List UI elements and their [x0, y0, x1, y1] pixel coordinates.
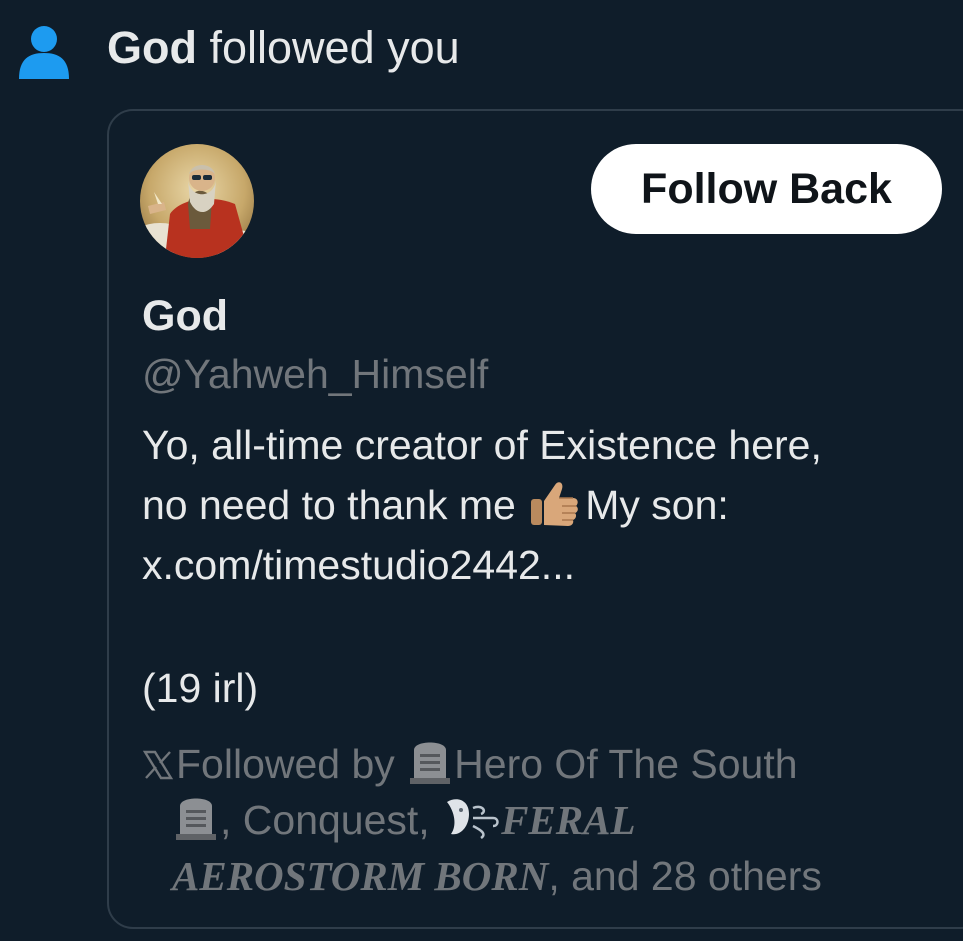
follow-back-button[interactable]: Follow Back — [591, 144, 942, 234]
bio-line-2: no need to thank me My son: — [142, 475, 822, 535]
profile-bio: Yo, all-time creator of Existence here, … — [142, 415, 822, 595]
profile-handle[interactable]: @Yahweh_Himself — [142, 348, 488, 400]
notification-text: God followed you — [107, 20, 460, 76]
bio-link[interactable]: x.com/timestudio2442... — [142, 542, 575, 588]
followed-by-separator: , Conquest, — [220, 797, 442, 843]
followed-by-suffix: , and 28 others — [548, 853, 822, 899]
profile-display-name[interactable]: God — [142, 290, 228, 342]
headstone-icon — [176, 798, 216, 840]
wind-face-icon — [447, 799, 499, 840]
bio-line-1: Yo, all-time creator of Existence here, — [142, 422, 822, 468]
avatar-image — [140, 144, 254, 258]
avatar[interactable] — [140, 144, 254, 258]
followed-by-user-3-part1[interactable]: FERAL — [501, 797, 635, 843]
followed-by-summary[interactable]: Followed by Hero Of The South , Conquest… — [142, 736, 942, 904]
notification-action: followed you — [196, 22, 460, 73]
bio-line-2-after: My son: — [585, 482, 729, 528]
followed-by-user-3-part2[interactable]: AEROSTORM BORN — [172, 853, 548, 899]
bio-age-note: (19 irl) — [142, 665, 259, 711]
thumbs-up-icon — [531, 482, 579, 526]
bio-line-2-before: no need to thank me — [142, 482, 516, 528]
followed-by-prefix: Followed by — [176, 741, 407, 787]
followed-by-user-1[interactable]: Hero Of The South — [454, 741, 797, 787]
notification-actor[interactable]: God — [107, 22, 197, 73]
x-logo-icon — [142, 750, 174, 780]
person-icon — [19, 26, 69, 79]
notification-row[interactable]: God followed you — [0, 0, 963, 100]
headstone-icon — [410, 742, 451, 784]
